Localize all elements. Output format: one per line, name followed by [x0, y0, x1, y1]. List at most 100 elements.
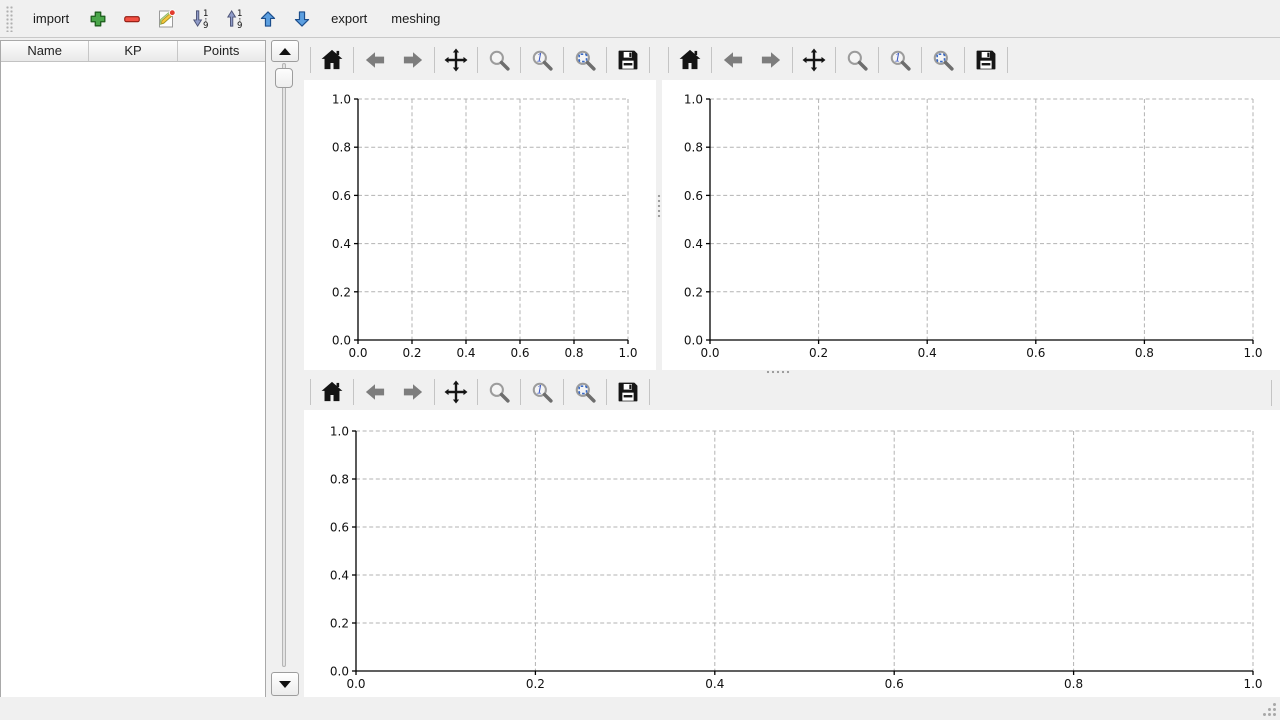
size-grip[interactable] [1263, 703, 1276, 716]
zoom-rect-button[interactable] [569, 377, 601, 407]
toolbar-grip[interactable] [6, 6, 14, 32]
toolbar-separator [1271, 380, 1272, 406]
table-header: Name KP Points [1, 41, 265, 62]
import-button[interactable]: import [24, 7, 78, 30]
scroll-up-button[interactable] [271, 40, 299, 62]
move-up-button[interactable] [255, 6, 281, 32]
plus-icon [88, 9, 108, 29]
add-button[interactable] [85, 6, 111, 32]
svg-text:0.2: 0.2 [684, 285, 703, 299]
minus-icon [122, 9, 142, 29]
main-toolbar-items: import 19 19 export meshing [21, 0, 452, 37]
svg-text:0.2: 0.2 [402, 346, 421, 360]
toolbar-separator [921, 47, 922, 73]
svg-text:0.2: 0.2 [332, 285, 351, 299]
plot-pane-bottom: 1 0.00.20.40.60.81.00.00.20.40.60.81.0 [304, 374, 1280, 697]
home-button[interactable] [674, 45, 706, 75]
axes: 0.00.20.40.60.81.00.00.20.40.60.81.0 [684, 93, 1263, 361]
back-button[interactable] [359, 377, 391, 407]
zoom-icon [844, 47, 870, 73]
zoom-original-icon: 1 [887, 47, 913, 73]
sort-descending-icon: 19 [190, 8, 211, 29]
pan-icon [443, 379, 469, 405]
zoom-rect-icon [572, 47, 598, 73]
svg-text:1: 1 [536, 52, 543, 65]
forward-button[interactable] [397, 377, 429, 407]
vertical-scrollbar [271, 40, 300, 697]
zoom-original-button[interactable]: 1 [526, 377, 558, 407]
zoom-original-button[interactable]: 1 [526, 45, 558, 75]
export-button[interactable]: export [322, 7, 376, 30]
svg-text:0.6: 0.6 [330, 521, 349, 535]
column-header-name[interactable]: Name [1, 41, 89, 61]
plot-top-left: 0.00.20.40.60.81.00.00.20.40.60.81.0 [304, 80, 656, 370]
sort-descending-button[interactable]: 19 [187, 6, 213, 32]
home-button[interactable] [316, 377, 348, 407]
pan-button[interactable] [440, 377, 472, 407]
svg-text:0.8: 0.8 [684, 141, 703, 155]
forward-button[interactable] [755, 45, 787, 75]
meshing-button[interactable]: meshing [382, 7, 449, 30]
home-icon [319, 379, 345, 405]
toolbar-separator [477, 47, 478, 73]
zoom-button[interactable] [483, 377, 515, 407]
svg-text:1: 1 [237, 9, 242, 19]
svg-text:0.8: 0.8 [1064, 677, 1083, 691]
svg-text:0.4: 0.4 [705, 677, 724, 691]
home-button[interactable] [316, 45, 348, 75]
remove-button[interactable] [119, 6, 145, 32]
zoom-rect-button[interactable] [569, 45, 601, 75]
toolbar-separator [711, 47, 712, 73]
scrollbar-track[interactable] [282, 63, 286, 667]
scroll-down-button[interactable] [271, 672, 299, 696]
forward-icon [400, 47, 426, 73]
axes: 0.00.20.40.60.81.00.00.20.40.60.81.0 [332, 93, 638, 361]
svg-text:0.8: 0.8 [1135, 346, 1154, 360]
save-button[interactable] [612, 377, 644, 407]
scrollbar-handle[interactable] [275, 68, 293, 88]
zoom-rect-button[interactable] [927, 45, 959, 75]
back-button[interactable] [717, 45, 749, 75]
svg-text:1.0: 1.0 [684, 93, 703, 107]
svg-text:0.2: 0.2 [526, 677, 545, 691]
move-down-button[interactable] [289, 6, 315, 32]
svg-text:0.0: 0.0 [330, 665, 349, 679]
svg-text:1: 1 [203, 9, 208, 19]
pan-button[interactable] [798, 45, 830, 75]
plot-toolbar-bottom: 1 [304, 374, 1280, 410]
zoom-button[interactable] [841, 45, 873, 75]
toolbar-separator [520, 379, 521, 405]
sort-ascending-icon: 19 [224, 8, 245, 29]
column-header-kp[interactable]: KP [89, 41, 177, 61]
plot-canvas-bottom[interactable]: 0.00.20.40.60.81.00.00.20.40.60.81.0 [304, 410, 1280, 697]
svg-text:0.4: 0.4 [456, 346, 475, 360]
toolbar-separator [964, 47, 965, 73]
back-icon [362, 379, 388, 405]
save-icon [973, 47, 999, 73]
plot-canvas-top-right[interactable]: 0.00.20.40.60.81.00.00.20.40.60.81.0 [662, 80, 1280, 370]
save-button[interactable] [612, 45, 644, 75]
column-header-points[interactable]: Points [178, 41, 265, 61]
back-icon [362, 47, 388, 73]
toolbar-separator [353, 47, 354, 73]
svg-text:0.6: 0.6 [332, 189, 351, 203]
forward-button[interactable] [397, 45, 429, 75]
table-body [1, 62, 265, 697]
toolbar-separator [563, 47, 564, 73]
sort-ascending-button[interactable]: 19 [221, 6, 247, 32]
back-icon [720, 47, 746, 73]
pan-button[interactable] [440, 45, 472, 75]
save-icon [615, 379, 641, 405]
toolbar-separator [835, 47, 836, 73]
plot-canvas-top-left[interactable]: 0.00.20.40.60.81.00.00.20.40.60.81.0 [304, 80, 656, 370]
svg-text:0.8: 0.8 [330, 473, 349, 487]
back-button[interactable] [359, 45, 391, 75]
plot-bottom: 0.00.20.40.60.81.00.00.20.40.60.81.0 [304, 410, 1280, 697]
zoom-button[interactable] [483, 45, 515, 75]
toolbar-separator [606, 47, 607, 73]
zoom-original-icon: 1 [529, 379, 555, 405]
zoom-original-button[interactable]: 1 [884, 45, 916, 75]
edit-button[interactable] [153, 6, 179, 32]
save-button[interactable] [970, 45, 1002, 75]
plot-top-right: 0.00.20.40.60.81.00.00.20.40.60.81.0 [662, 80, 1280, 370]
